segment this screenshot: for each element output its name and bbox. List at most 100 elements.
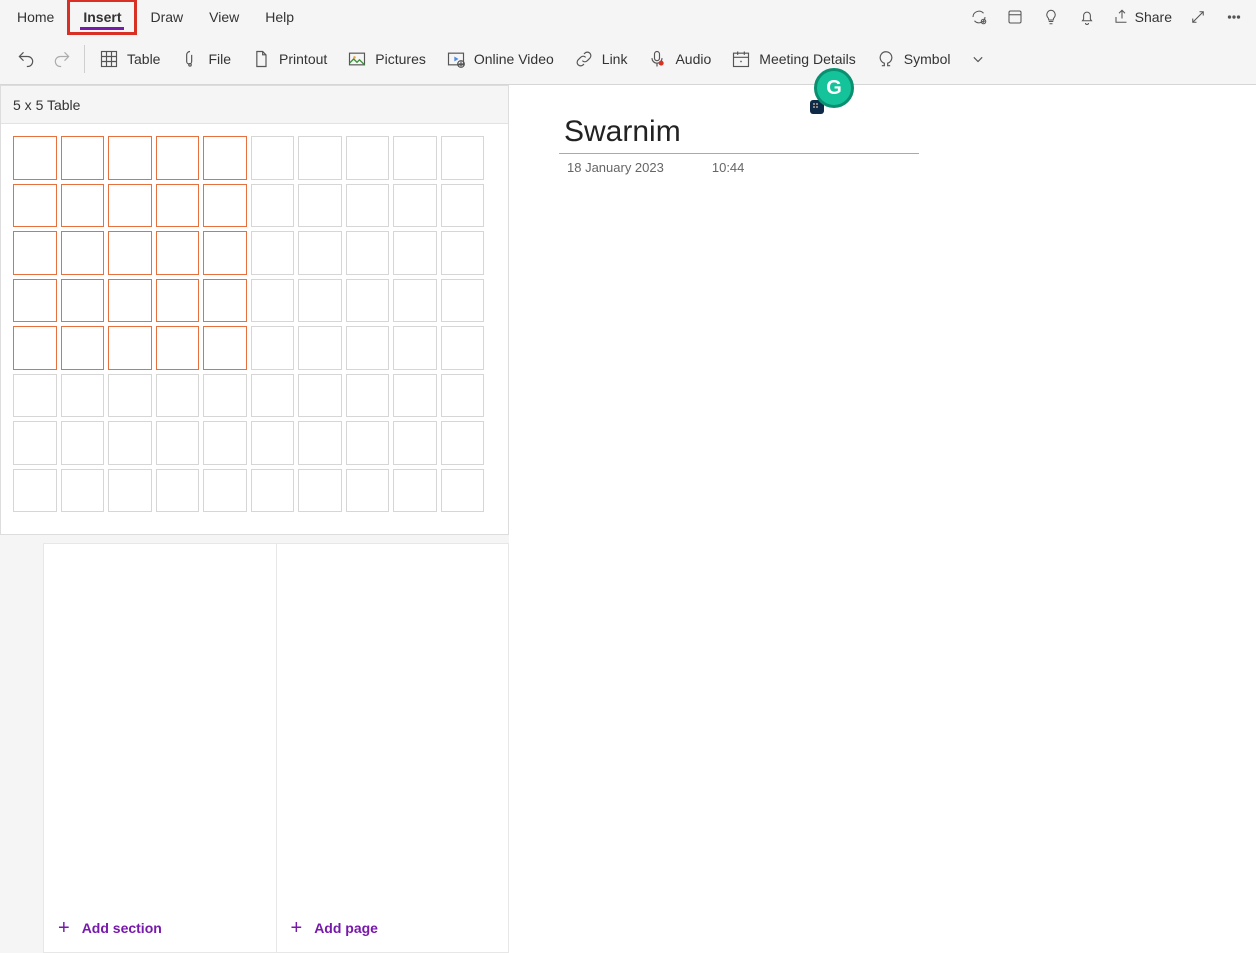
table-picker-cell[interactable] <box>108 326 152 370</box>
page-canvas[interactable]: Swarnim 18 January 2023 10:44 <box>509 85 1256 953</box>
table-picker-cell[interactable] <box>441 184 485 228</box>
file-button[interactable]: File <box>170 39 241 79</box>
table-picker-cell[interactable] <box>108 231 152 275</box>
menu-draw[interactable]: Draw <box>137 2 196 32</box>
lightbulb-icon[interactable] <box>1033 0 1069 34</box>
table-picker-cell[interactable] <box>251 421 295 465</box>
add-page-button[interactable]: + Add page <box>277 904 509 952</box>
table-picker-cell[interactable] <box>108 279 152 323</box>
table-picker-cell[interactable] <box>251 136 295 180</box>
table-picker-cell[interactable] <box>61 469 105 513</box>
table-picker-cell[interactable] <box>13 184 57 228</box>
table-picker-cell[interactable] <box>156 421 200 465</box>
menu-help[interactable]: Help <box>252 2 307 32</box>
printout-button[interactable]: Printout <box>241 39 337 79</box>
table-picker-cell[interactable] <box>298 184 342 228</box>
table-picker-cell[interactable] <box>393 279 437 323</box>
table-picker-cell[interactable] <box>393 374 437 418</box>
table-picker-cell[interactable] <box>441 136 485 180</box>
table-picker-cell[interactable] <box>393 184 437 228</box>
table-picker-cell[interactable] <box>251 469 295 513</box>
add-section-button[interactable]: + Add section <box>44 904 276 952</box>
redo-button[interactable] <box>44 39 80 79</box>
table-picker-cell[interactable] <box>346 421 390 465</box>
table-picker-cell[interactable] <box>251 184 295 228</box>
table-picker-grid[interactable] <box>1 124 508 524</box>
table-picker-cell[interactable] <box>203 421 247 465</box>
table-picker-cell[interactable] <box>346 136 390 180</box>
feed-icon[interactable] <box>997 0 1033 34</box>
table-picker-cell[interactable] <box>393 136 437 180</box>
table-picker-cell[interactable] <box>156 184 200 228</box>
table-picker-cell[interactable] <box>298 326 342 370</box>
table-picker-cell[interactable] <box>13 231 57 275</box>
table-picker-cell[interactable] <box>156 326 200 370</box>
menu-insert[interactable]: Insert <box>67 0 137 35</box>
table-picker-cell[interactable] <box>441 279 485 323</box>
table-picker-cell[interactable] <box>203 231 247 275</box>
grammarly-icon[interactable]: G <box>814 68 854 108</box>
table-picker-cell[interactable] <box>441 326 485 370</box>
share-button[interactable]: Share <box>1105 8 1180 26</box>
table-picker-cell[interactable] <box>203 279 247 323</box>
table-picker-cell[interactable] <box>441 421 485 465</box>
table-picker-cell[interactable] <box>346 469 390 513</box>
table-picker-cell[interactable] <box>251 231 295 275</box>
table-picker-cell[interactable] <box>203 136 247 180</box>
online-video-button[interactable]: Online Video <box>436 39 564 79</box>
table-picker-cell[interactable] <box>203 326 247 370</box>
table-picker-cell[interactable] <box>108 184 152 228</box>
table-picker-cell[interactable] <box>13 326 57 370</box>
table-picker-cell[interactable] <box>251 374 295 418</box>
table-picker-cell[interactable] <box>61 279 105 323</box>
ribbon-chevron-icon[interactable] <box>960 39 996 79</box>
table-picker-cell[interactable] <box>346 231 390 275</box>
table-picker-cell[interactable] <box>108 374 152 418</box>
table-picker-cell[interactable] <box>298 136 342 180</box>
link-button[interactable]: Link <box>564 39 638 79</box>
table-picker-cell[interactable] <box>346 279 390 323</box>
table-button[interactable]: Table <box>89 39 170 79</box>
table-picker-cell[interactable] <box>346 374 390 418</box>
table-picker-cell[interactable] <box>298 231 342 275</box>
table-picker-cell[interactable] <box>13 421 57 465</box>
table-picker-cell[interactable] <box>61 136 105 180</box>
table-picker-cell[interactable] <box>13 469 57 513</box>
table-picker-cell[interactable] <box>251 279 295 323</box>
undo-button[interactable] <box>8 39 44 79</box>
table-picker-cell[interactable] <box>108 136 152 180</box>
page-title[interactable]: Swarnim <box>509 85 1256 153</box>
table-picker-cell[interactable] <box>203 374 247 418</box>
table-picker-cell[interactable] <box>298 374 342 418</box>
table-picker-cell[interactable] <box>441 374 485 418</box>
table-picker-cell[interactable] <box>251 326 295 370</box>
table-picker-cell[interactable] <box>61 421 105 465</box>
table-picker-cell[interactable] <box>156 279 200 323</box>
table-picker-cell[interactable] <box>441 231 485 275</box>
table-picker-cell[interactable] <box>393 326 437 370</box>
table-picker-cell[interactable] <box>108 421 152 465</box>
table-picker-cell[interactable] <box>61 326 105 370</box>
table-picker-cell[interactable] <box>13 136 57 180</box>
table-picker-cell[interactable] <box>61 374 105 418</box>
table-picker-cell[interactable] <box>156 231 200 275</box>
bell-icon[interactable] <box>1069 0 1105 34</box>
table-picker-cell[interactable] <box>298 279 342 323</box>
table-picker-cell[interactable] <box>393 469 437 513</box>
table-picker-cell[interactable] <box>156 374 200 418</box>
menu-home[interactable]: Home <box>4 2 67 32</box>
audio-button[interactable]: Audio <box>637 39 721 79</box>
fullscreen-icon[interactable] <box>1180 0 1216 34</box>
table-picker-cell[interactable] <box>393 231 437 275</box>
table-picker-cell[interactable] <box>203 469 247 513</box>
symbol-button[interactable]: Symbol <box>866 39 961 79</box>
table-picker-cell[interactable] <box>346 326 390 370</box>
table-picker-cell[interactable] <box>393 421 437 465</box>
table-picker-cell[interactable] <box>298 469 342 513</box>
table-picker-cell[interactable] <box>441 469 485 513</box>
sync-icon[interactable] <box>961 0 997 34</box>
table-picker-cell[interactable] <box>13 374 57 418</box>
table-picker-cell[interactable] <box>108 469 152 513</box>
more-icon[interactable] <box>1216 0 1252 34</box>
table-picker-cell[interactable] <box>156 469 200 513</box>
